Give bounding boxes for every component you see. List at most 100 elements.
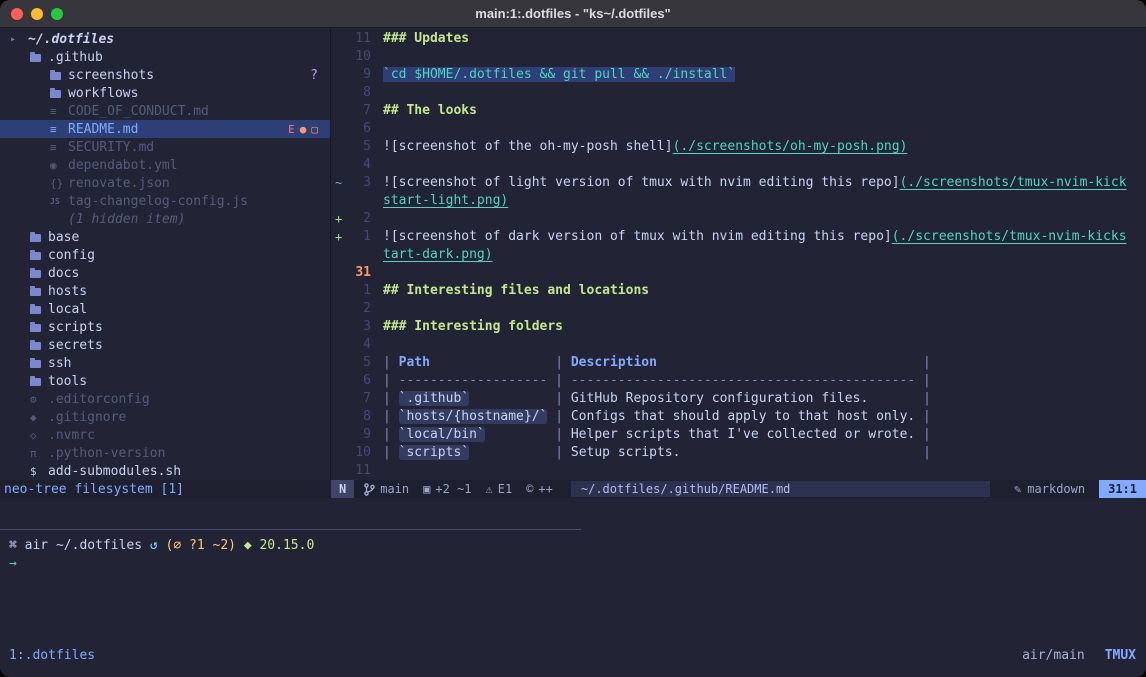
tmux-status-right: air/main TMUX bbox=[1022, 648, 1136, 663]
gutter-sign bbox=[331, 372, 345, 390]
tree-item[interactable]: $add-submodules.sh bbox=[0, 462, 330, 480]
gutter-sign bbox=[331, 426, 345, 444]
editor-line[interactable]: 3### Interesting folders bbox=[331, 318, 1146, 336]
editor-line[interactable]: 10| `scripts` | Setup scripts. | bbox=[331, 444, 1146, 462]
editor-line[interactable]: +1![screenshot of dark version of tmux w… bbox=[331, 228, 1146, 246]
editor-buffer[interactable]: 11### Updates109`cd $HOME/.dotfiles && g… bbox=[331, 28, 1146, 480]
tree-item[interactable]: π.python-version bbox=[0, 444, 330, 462]
tree-item-label: tools bbox=[48, 374, 87, 389]
editor-line[interactable]: 9`cd $HOME/.dotfiles && git pull && ./in… bbox=[331, 66, 1146, 84]
tree-item[interactable]: ≡README.mdE●▢ bbox=[0, 120, 330, 138]
editor-line[interactable]: 6 bbox=[331, 120, 1146, 138]
tree-item-label: hosts bbox=[48, 284, 87, 299]
git-diff: ▣ +2 ~1 bbox=[423, 480, 471, 498]
tree-item[interactable]: ◉dependabot.yml bbox=[0, 156, 330, 174]
tree-item[interactable]: screenshots? bbox=[0, 66, 330, 84]
gutter-sign bbox=[331, 444, 345, 462]
tree-item[interactable]: docs bbox=[0, 264, 330, 282]
python-icon: π bbox=[30, 447, 48, 460]
tree-item-label: .github bbox=[48, 50, 103, 65]
editor-line[interactable]: 11### Updates bbox=[331, 30, 1146, 48]
tree-item[interactable]: ≡SECURITY.md bbox=[0, 138, 330, 156]
dependabot-icon: ◉ bbox=[50, 159, 68, 172]
editor-line[interactable]: 11 bbox=[331, 462, 1146, 480]
expander-icon: ▸ bbox=[10, 34, 28, 45]
zoom-button[interactable] bbox=[51, 8, 63, 20]
line-number: 11 bbox=[345, 30, 371, 48]
editor-line[interactable]: ~3![screenshot of light version of tmux … bbox=[331, 174, 1146, 192]
line-text: tart-dark.png) bbox=[383, 246, 493, 264]
tree-item[interactable]: config bbox=[0, 246, 330, 264]
markdown-icon: ≡ bbox=[50, 141, 68, 154]
tree-item[interactable]: ssh bbox=[0, 354, 330, 372]
editor-line[interactable]: 4 bbox=[331, 336, 1146, 354]
copilot-status: © ++ bbox=[526, 480, 553, 498]
minimize-button[interactable] bbox=[31, 8, 43, 20]
editor-line[interactable]: 7| `.github` | GitHub Repository configu… bbox=[331, 390, 1146, 408]
tree-item[interactable]: ▸~/.dotfiles bbox=[0, 30, 330, 48]
gutter-sign bbox=[331, 192, 345, 210]
git-icon: ◆ bbox=[30, 411, 48, 424]
tree-item[interactable]: workflows bbox=[0, 84, 330, 102]
tree-item-label: .gitignore bbox=[48, 410, 126, 425]
editor-line[interactable]: 5![screenshot of the oh-my-posh shell](.… bbox=[331, 138, 1146, 156]
editor-line[interactable]: start-light.png) bbox=[331, 192, 1146, 210]
tree-item[interactable]: .github bbox=[0, 48, 330, 66]
tree-item[interactable]: {}renovate.json bbox=[0, 174, 330, 192]
line-number: 6 bbox=[345, 372, 371, 390]
line-number: 1 bbox=[345, 228, 371, 246]
tree-item-label: tag-changelog-config.js bbox=[68, 194, 248, 209]
tree-item-label: (1 hidden item) bbox=[68, 212, 185, 227]
editor-line[interactable]: 4 bbox=[331, 156, 1146, 174]
editor-line[interactable]: +2 bbox=[331, 210, 1146, 228]
gutter-sign bbox=[331, 282, 345, 300]
editor-line[interactable]: 2 bbox=[331, 300, 1146, 318]
editor-line[interactable]: 8| `hosts/{hostname}/` | Configs that sh… bbox=[331, 408, 1146, 426]
prompt-arrow: → bbox=[9, 556, 17, 571]
line-text: | ------------------- | ----------------… bbox=[383, 372, 931, 390]
tree-item[interactable]: ◆.gitignore bbox=[0, 408, 330, 426]
tree-item-label: secrets bbox=[48, 338, 103, 353]
folder-icon-wrap bbox=[50, 89, 68, 98]
editor-line[interactable]: 31 bbox=[331, 264, 1146, 282]
editor-line[interactable]: 7## The looks bbox=[331, 102, 1146, 120]
line-number bbox=[345, 246, 371, 264]
tree-item[interactable]: scripts bbox=[0, 318, 330, 336]
tree-item[interactable]: local bbox=[0, 300, 330, 318]
shell-pane[interactable]: ⌘ air ~/.dotfiles ↺ (⌀ ?1 ~2) ◆ 20.15.0 … bbox=[0, 514, 1146, 643]
editor-line[interactable]: 1## Interesting files and locations bbox=[331, 282, 1146, 300]
tree-item[interactable]: ≡CODE_OF_CONDUCT.md bbox=[0, 102, 330, 120]
git-branch: main bbox=[364, 480, 409, 498]
editor-line[interactable]: 5| Path | Description | bbox=[331, 354, 1146, 372]
editor-line[interactable]: 6 | ------------------- | ---------------… bbox=[331, 372, 1146, 390]
editor-line[interactable]: 10 bbox=[331, 48, 1146, 66]
tree-item[interactable]: tools bbox=[0, 372, 330, 390]
tree-item-label: renovate.json bbox=[68, 176, 170, 191]
gutter-sign bbox=[331, 408, 345, 426]
line-text: ### Interesting folders bbox=[383, 318, 563, 336]
tree-item[interactable]: (1 hidden item) bbox=[0, 210, 330, 228]
tree-item[interactable]: base bbox=[0, 228, 330, 246]
editor-line[interactable]: 8 bbox=[331, 84, 1146, 102]
tmux-window-item[interactable]: 1:.dotfiles bbox=[9, 648, 95, 663]
gutter-sign bbox=[331, 300, 345, 318]
tree-item[interactable]: hosts bbox=[0, 282, 330, 300]
gutter-sign: ~ bbox=[331, 174, 345, 192]
shell-icon: $ bbox=[30, 465, 48, 478]
error-badge: E bbox=[288, 123, 295, 136]
tree-item-label: .editorconfig bbox=[48, 392, 150, 407]
folder-icon-wrap bbox=[30, 251, 48, 260]
tree-item[interactable]: ⚙.editorconfig bbox=[0, 390, 330, 408]
tree-item-label: .nvmrc bbox=[48, 428, 95, 443]
tree-item[interactable]: ◇.nvmrc bbox=[0, 426, 330, 444]
gutter-sign bbox=[331, 246, 345, 264]
gutter-sign bbox=[331, 264, 345, 282]
close-button[interactable] bbox=[11, 8, 23, 20]
tree-item[interactable]: secrets bbox=[0, 336, 330, 354]
line-number: 9 bbox=[345, 66, 371, 84]
gutter-sign: + bbox=[331, 210, 345, 228]
tree-item[interactable]: JStag-changelog-config.js bbox=[0, 192, 330, 210]
editor-line[interactable]: 9| `local/bin` | Helper scripts that I'v… bbox=[331, 426, 1146, 444]
editor-line[interactable]: tart-dark.png) bbox=[331, 246, 1146, 264]
tree-item-label: README.md bbox=[68, 122, 138, 137]
